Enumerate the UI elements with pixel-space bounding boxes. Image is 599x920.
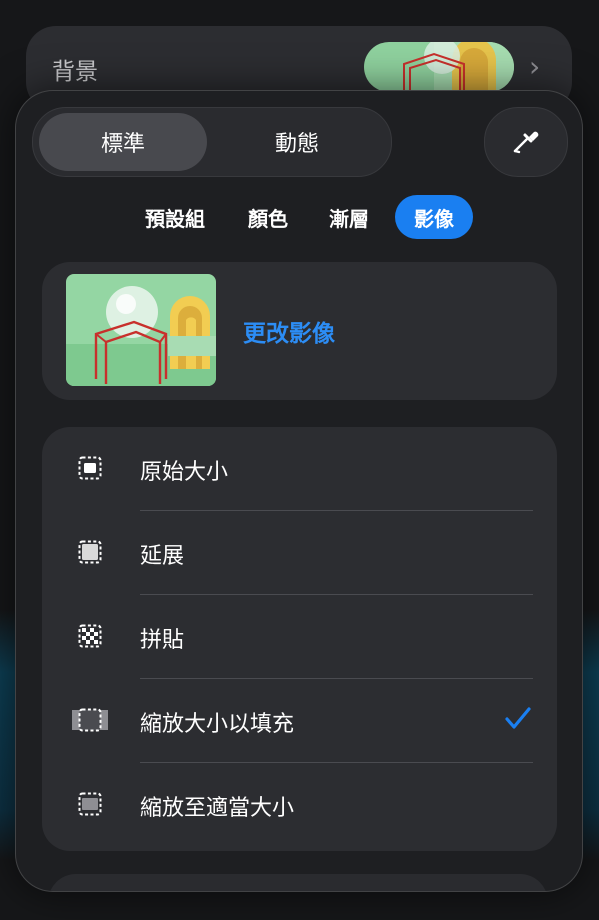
eyedropper-button[interactable] bbox=[484, 107, 568, 177]
fill-type-tabs: 預設組 顏色 漸層 影像 bbox=[16, 195, 582, 239]
background-thumbnail bbox=[364, 42, 514, 92]
change-image-link[interactable]: 更改影像 bbox=[243, 314, 335, 348]
segment-dynamic[interactable]: 動態 bbox=[213, 113, 381, 171]
original-size-icon bbox=[78, 456, 102, 480]
list-item-original-size[interactable]: 原始大小 bbox=[42, 427, 557, 511]
stretch-icon bbox=[78, 540, 102, 564]
scale-to-fit-icon bbox=[78, 792, 102, 816]
background-popover: 標準 動態 預設組 顏色 漸層 影像 更改影像 原始大小 延展 拼貼 縮放大小以… bbox=[15, 90, 583, 892]
tab-presets[interactable]: 預設組 bbox=[130, 195, 220, 239]
eyedropper-icon bbox=[509, 123, 543, 161]
background-label: 背景 bbox=[52, 59, 98, 85]
segment-standard[interactable]: 標準 bbox=[39, 113, 207, 171]
tab-image[interactable]: 影像 bbox=[395, 195, 473, 239]
list-item-scale-to-fill[interactable]: 縮放大小以填充 bbox=[42, 679, 557, 763]
list-item-tile[interactable]: 拼貼 bbox=[42, 595, 557, 679]
checkmark-icon bbox=[501, 701, 535, 735]
image-card: 更改影像 bbox=[42, 262, 557, 400]
list-item-label: 原始大小 bbox=[140, 460, 229, 485]
list-item-label: 拼貼 bbox=[140, 628, 185, 653]
list-item-label: 縮放至適當大小 bbox=[140, 796, 295, 821]
next-section-card bbox=[48, 874, 548, 891]
tab-color[interactable]: 顏色 bbox=[235, 195, 301, 239]
mode-segmented-control: 標準 動態 bbox=[32, 107, 392, 177]
chevron-right-icon[interactable]: › bbox=[529, 50, 540, 83]
image-thumbnail bbox=[66, 274, 216, 386]
tab-gradient[interactable]: 漸層 bbox=[314, 195, 384, 239]
tile-icon bbox=[78, 624, 102, 648]
list-item-label: 縮放大小以填充 bbox=[140, 712, 295, 737]
list-item-label: 延展 bbox=[140, 544, 185, 569]
scale-options-list: 原始大小 延展 拼貼 縮放大小以填充 縮放至適當大小 bbox=[42, 427, 557, 851]
list-item-stretch[interactable]: 延展 bbox=[42, 511, 557, 595]
scale-to-fill-icon bbox=[72, 708, 108, 732]
list-item-scale-to-fit[interactable]: 縮放至適當大小 bbox=[42, 763, 557, 847]
